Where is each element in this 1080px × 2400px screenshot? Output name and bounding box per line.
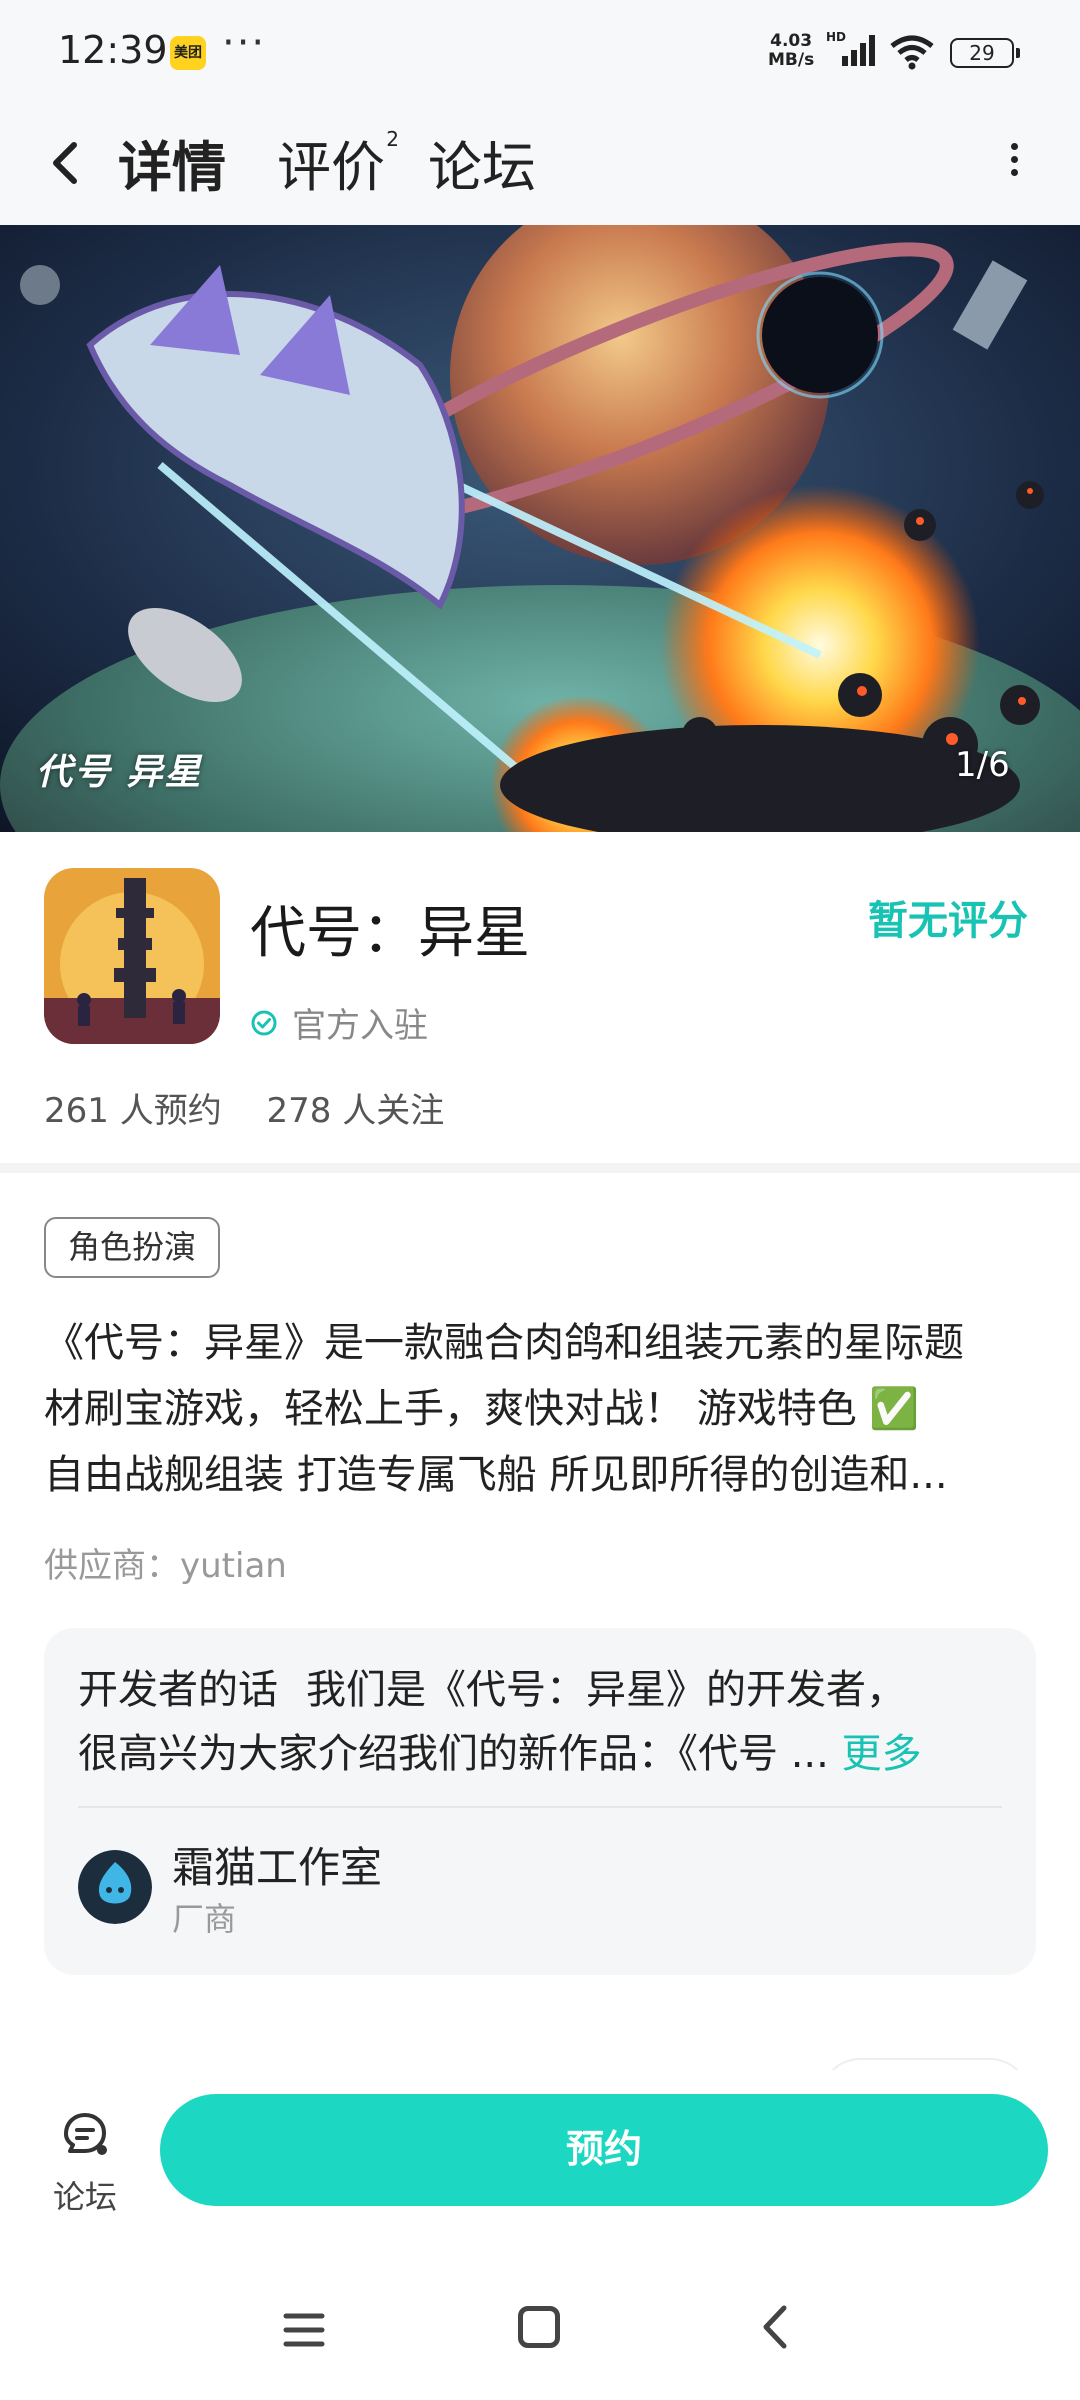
status-bar: 12:39 美团 ··· 4.03 MB/s HD 29 [0,0,1080,105]
more-vertical-icon[interactable] [1000,137,1028,193]
tab-review-count: 2 [386,127,399,151]
game-description[interactable]: 《代号：异星》是一款融合肉鸽和组装元素的星际题 材刷宝游戏，轻松上手，爽快对战！… [44,1310,1044,1510]
carousel-counter: 1/6 [955,745,1010,785]
status-time: 12:39 [58,28,168,72]
forum-chat-icon [64,2113,107,2155]
developer-card: 开发者的话 我们是《代号：异星》的开发者， 很高兴为大家介绍我们的新作品：《代号 … [44,1628,1036,1975]
studio-role: 厂商 [172,1900,237,1938]
reserve-button[interactable]: 预约 [160,2094,1048,2206]
rating-status: 暂无评分 [868,898,1028,944]
official-badge: 官方入驻 [250,998,428,1047]
tab-detail-label: 详情 [118,136,226,199]
menu-icon[interactable] [282,2310,326,2350]
meituan-app-icon: 美团 [170,36,206,70]
tab-detail[interactable]: 详情 [114,123,228,202]
game-icon [44,868,220,1044]
notification-dots: ··· [222,20,267,66]
network-speed-unit: MB/s [768,50,815,70]
wifi-icon [890,35,934,70]
genre-tag[interactable]: 角色扮演 [44,1217,221,1278]
tab-forum[interactable]: 论坛 [428,123,536,202]
game-logo-watermark: 代号 异星 [36,752,203,793]
network-speed-value: 4.03 [770,31,813,51]
game-title: 代号：异星 [250,901,530,966]
section-divider [0,1163,1080,1173]
network-speed: 4.03 MB/s [768,32,814,70]
home-icon[interactable] [518,2306,560,2348]
developer-words-text: 我们是《代号：异星》的开发者， [306,1667,906,1713]
reservation-count: 261 人预约 [44,1091,222,1131]
developer-words-text: 很高兴为大家介绍我们的新作品：《代号 ... [78,1731,829,1777]
supplier-info: 供应商：yutian [44,1546,287,1586]
system-nav-bar [0,2270,1080,2400]
description-line: 材刷宝游戏，轻松上手，爽快对战！ 游戏特色 ✅ [44,1386,920,1432]
official-label: 官方入驻 [292,1006,428,1046]
forum-button-label: 论坛 [52,2178,117,2216]
banner-artwork [0,225,1080,832]
verified-check-icon [251,1010,277,1035]
bottom-action-bar: 论坛 预约 [0,2070,1080,2270]
forum-button[interactable]: 论坛 [40,2106,130,2226]
developer-words-label: 开发者的话 [78,1667,278,1713]
tab-forum-label: 论坛 [428,136,536,199]
signal-icon [842,35,875,66]
battery-icon: 29 [950,38,1020,68]
follower-count: 278 人关注 [266,1091,445,1131]
tab-review[interactable]: 评价 2 [277,123,399,202]
developer-words[interactable]: 开发者的话 我们是《代号：异星》的开发者， 很高兴为大家介绍我们的新作品：《代号 … [78,1658,998,1786]
game-stats: 261 人预约 278 人关注 [44,1083,478,1132]
top-nav-bar: 详情 评价 2 论坛 [0,105,1080,225]
back-nav-icon[interactable] [756,2302,796,2352]
description-line: 自由战舰组装 打造专属飞船 所见即所得的创造和... [44,1452,948,1498]
description-line: 《代号：异星》是一款融合肉鸽和组装元素的星际题 [44,1320,964,1366]
studio-name[interactable]: 霜猫工作室 [172,1834,382,1895]
card-divider [78,1806,1002,1808]
more-link[interactable]: 更多 [842,1731,922,1777]
tab-review-label: 评价 [277,136,385,199]
back-arrow-icon[interactable] [40,127,90,197]
studio-avatar[interactable] [78,1850,152,1924]
screenshot-carousel[interactable]: 代号 异星 1/6 [0,225,1080,832]
